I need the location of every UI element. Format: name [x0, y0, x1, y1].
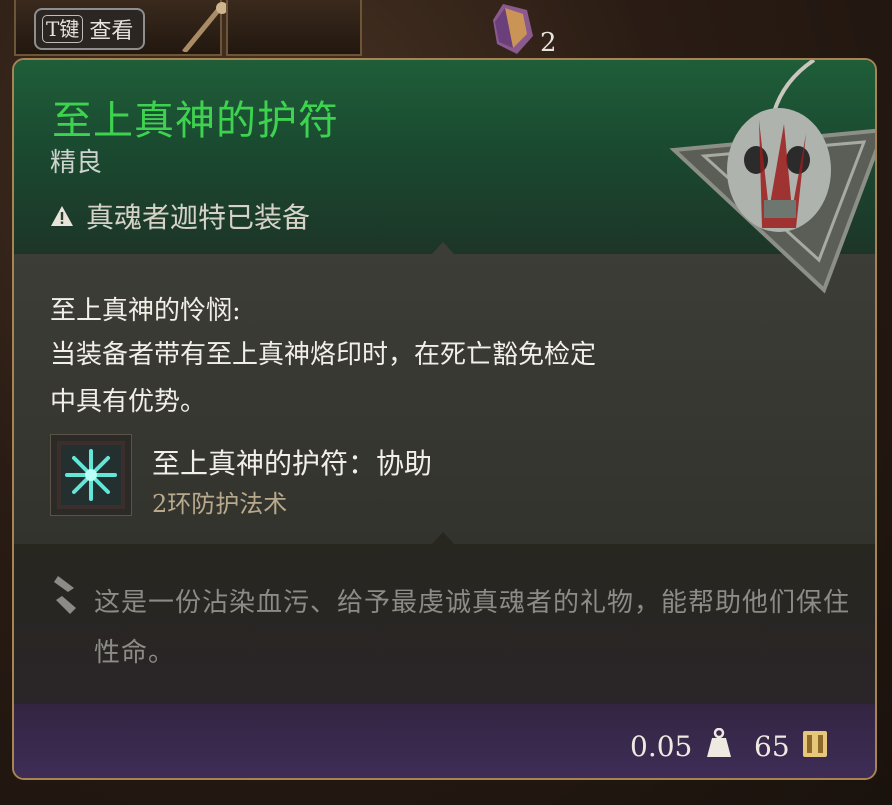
amulet-artwork	[669, 60, 875, 294]
inventory-slot-staff[interactable]: T键 查看	[14, 0, 228, 56]
divider-notch	[432, 532, 454, 544]
examine-label: 查看	[89, 19, 134, 44]
inventory-strip: T键 查看 2	[0, 0, 892, 60]
passive-description: 当装备者带有至上真神烙印时，在死亡豁免检定中具有优势。	[50, 340, 597, 417]
equipped-by-text: 真魂者迦特已装备	[86, 201, 311, 234]
stack-count: 2	[540, 28, 557, 58]
gold-coin-icon	[803, 731, 827, 757]
t-key-label: T键	[42, 15, 84, 43]
crystal-icon	[493, 4, 533, 54]
spell-type: 2环防护法术	[152, 490, 288, 518]
lore-text: 这是一份沾染血污、给予最虔诚真魂者的礼物，能帮助他们保住性命。	[94, 588, 851, 668]
item-rarity: 精良	[50, 148, 103, 178]
equipped-notice: 真魂者迦特已装备	[50, 196, 310, 236]
item-name: 至上真神的护符	[52, 98, 339, 144]
quill-icon	[54, 576, 76, 614]
examine-hint-button[interactable]: T键 查看	[34, 8, 146, 50]
divider-notch	[432, 242, 454, 254]
passive-title: 至上真神的怜悯:	[50, 296, 241, 326]
tooltip-footer: 0.05 65	[14, 704, 875, 778]
item-value: 65	[754, 730, 790, 763]
lore-section: 这是一份沾染血污、给予最虔诚真魂者的礼物，能帮助他们保住性命。	[14, 532, 875, 704]
spell-slot[interactable]	[50, 434, 132, 516]
item-weight: 0.05	[630, 730, 693, 763]
spell-name: 至上真神的护符：协助	[152, 447, 433, 480]
weight-icon	[707, 728, 731, 757]
item-tooltip: 至上真神的护符 精良 真魂者迦特已装备 至上真神的怜悯: 当装备者带有至上真神烙…	[12, 58, 877, 780]
radiant-star-icon	[57, 441, 125, 509]
inventory-slot-crystal[interactable]: 2	[226, 0, 557, 58]
warning-icon	[51, 206, 73, 226]
